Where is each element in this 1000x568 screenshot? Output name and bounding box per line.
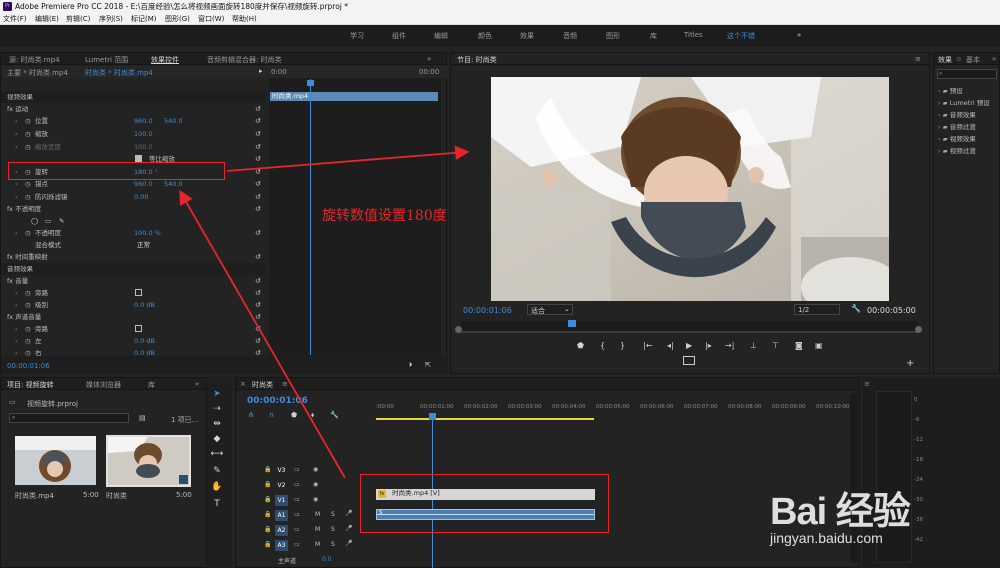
baidu-watermark: Bai 经验 xyxy=(770,491,911,533)
annotation-text: 旋转数值设置180度 xyxy=(322,208,447,224)
watermark-url: jingyan.baidu.com xyxy=(770,530,883,546)
